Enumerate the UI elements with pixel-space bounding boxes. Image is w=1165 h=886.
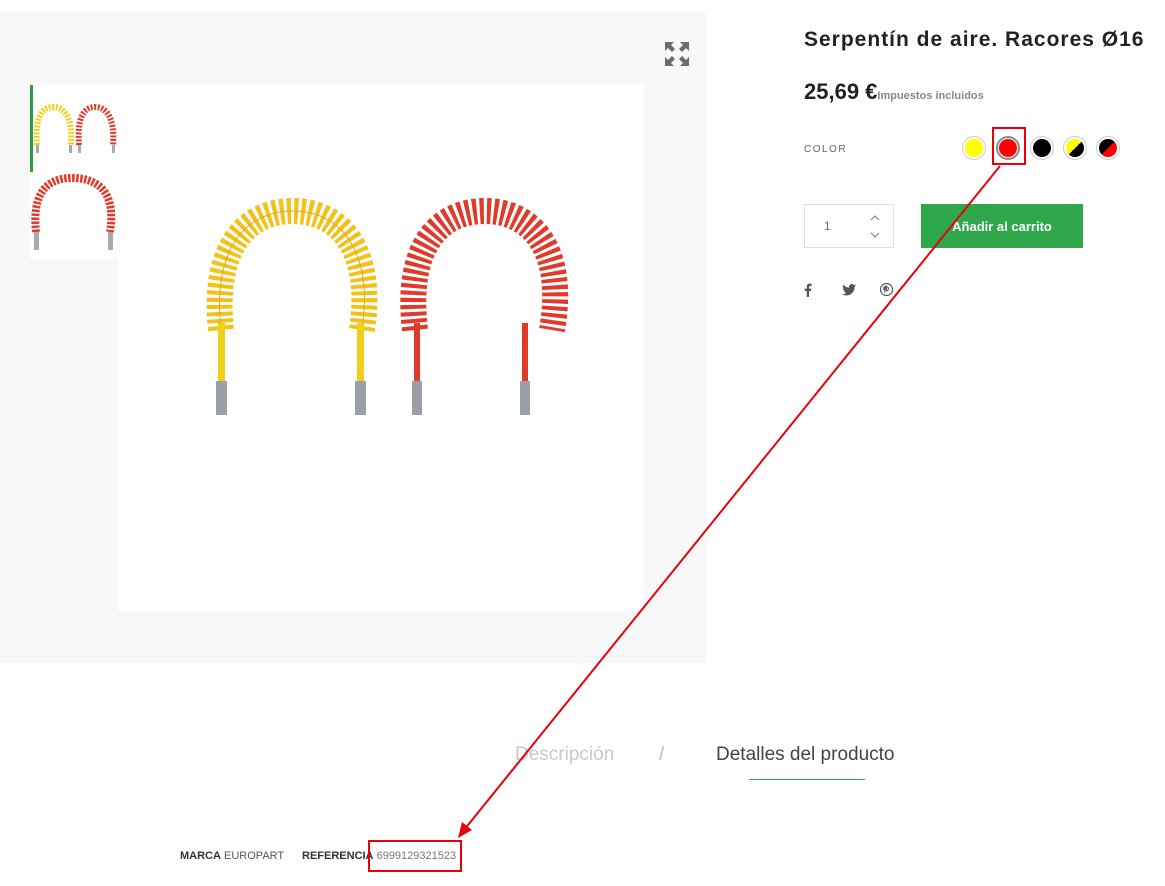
- product-gallery: [0, 11, 707, 663]
- product-price: 25,69 €: [804, 79, 878, 104]
- brand-detail: MARCA EUROPART: [180, 850, 284, 862]
- air-coil-illustration: [206, 197, 569, 415]
- thumbnail-red-coil[interactable]: [30, 172, 118, 259]
- swatch-black-red[interactable]: [1096, 136, 1120, 160]
- quantity-input[interactable]: [805, 205, 865, 247]
- price-row: 25,69 €Impuestos incluidos: [804, 79, 984, 105]
- twitter-icon[interactable]: [842, 283, 880, 299]
- swatch-red[interactable]: [996, 136, 1020, 160]
- tab-description[interactable]: Descripción: [515, 744, 614, 766]
- swatch-black[interactable]: [1030, 136, 1054, 160]
- reference-label: REFERENCIA: [302, 850, 374, 862]
- swatch-yellow[interactable]: [962, 136, 986, 160]
- tab-product-details[interactable]: Detalles del producto: [716, 744, 895, 766]
- product-title: Serpentín de aire. Racores Ø16: [804, 28, 1145, 51]
- main-product-image[interactable]: [118, 85, 644, 611]
- tab-separator: /: [659, 744, 665, 765]
- social-share: [804, 282, 918, 299]
- reference-value: 6999129321523: [376, 850, 457, 862]
- tax-note: Impuestos incluidos: [877, 90, 984, 102]
- expand-icon[interactable]: [664, 41, 690, 67]
- chevron-down-icon: [870, 232, 880, 238]
- brand-value: EUROPART: [224, 850, 285, 862]
- thumbnail-list: [30, 85, 118, 259]
- quantity-stepper: [804, 204, 894, 248]
- quantity-decrease-button[interactable]: [865, 226, 885, 244]
- active-tab-underline: [749, 779, 865, 780]
- pinterest-icon[interactable]: [879, 282, 918, 299]
- color-label: COLOR: [804, 144, 848, 155]
- facebook-icon[interactable]: [804, 283, 842, 299]
- swatch-yellow-black[interactable]: [1063, 136, 1087, 160]
- chevron-up-icon: [870, 215, 880, 221]
- add-to-cart-button[interactable]: Añadir al carrito: [921, 204, 1083, 248]
- quantity-increase-button[interactable]: [865, 209, 885, 227]
- reference-detail: REFERENCIA 6999129321523: [302, 850, 456, 862]
- thumbnail-yellow-red-coils[interactable]: [30, 85, 118, 172]
- brand-label: MARCA: [180, 850, 221, 862]
